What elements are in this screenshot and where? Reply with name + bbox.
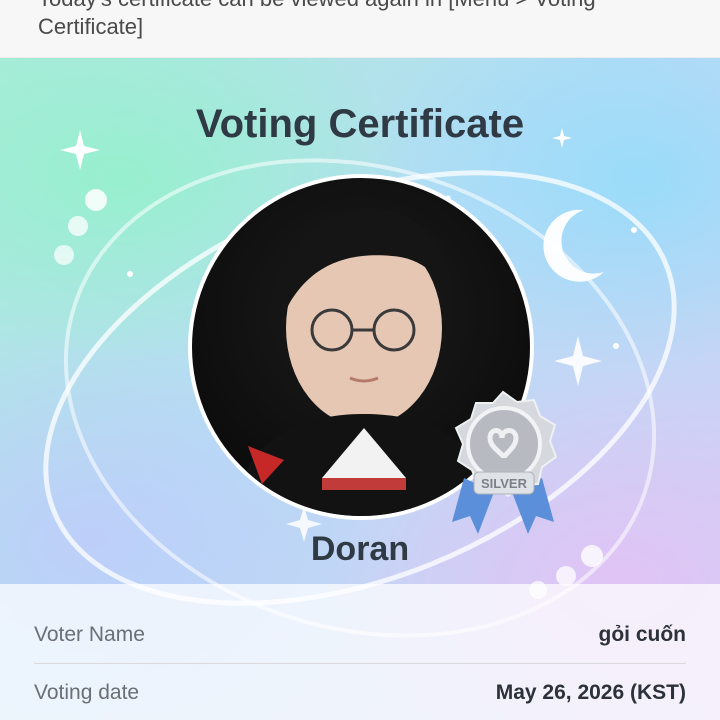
badge-label: SILVER [481,476,528,491]
voter-name-value: gỏi cuốn [598,622,687,646]
voting-certificate-card: Voting Certificate SILVER Doran Voter Na… [0,58,720,720]
voting-date-row: Voting date May 26, 2026 (KST) [34,664,686,720]
certificate-details: Voter Name gỏi cuốn Voting date May 26, … [0,584,720,720]
voter-name-label: Voter Name [34,622,145,646]
certificate-notice: Today's certificate can be viewed again … [0,0,720,58]
candidate-name: Doran [310,530,410,568]
silver-badge-icon: SILVER [452,390,558,534]
voting-date-label: Voting date [34,681,140,704]
notice-line-2: Certificate] [38,14,144,39]
certificate-title: Voting Certificate [195,102,525,146]
voter-name-row: Voter Name gỏi cuốn [34,606,686,664]
voting-date-value: May 26, 2026 (KST) [495,681,686,704]
notice-line-1: Today's certificate can be viewed again … [38,0,596,12]
